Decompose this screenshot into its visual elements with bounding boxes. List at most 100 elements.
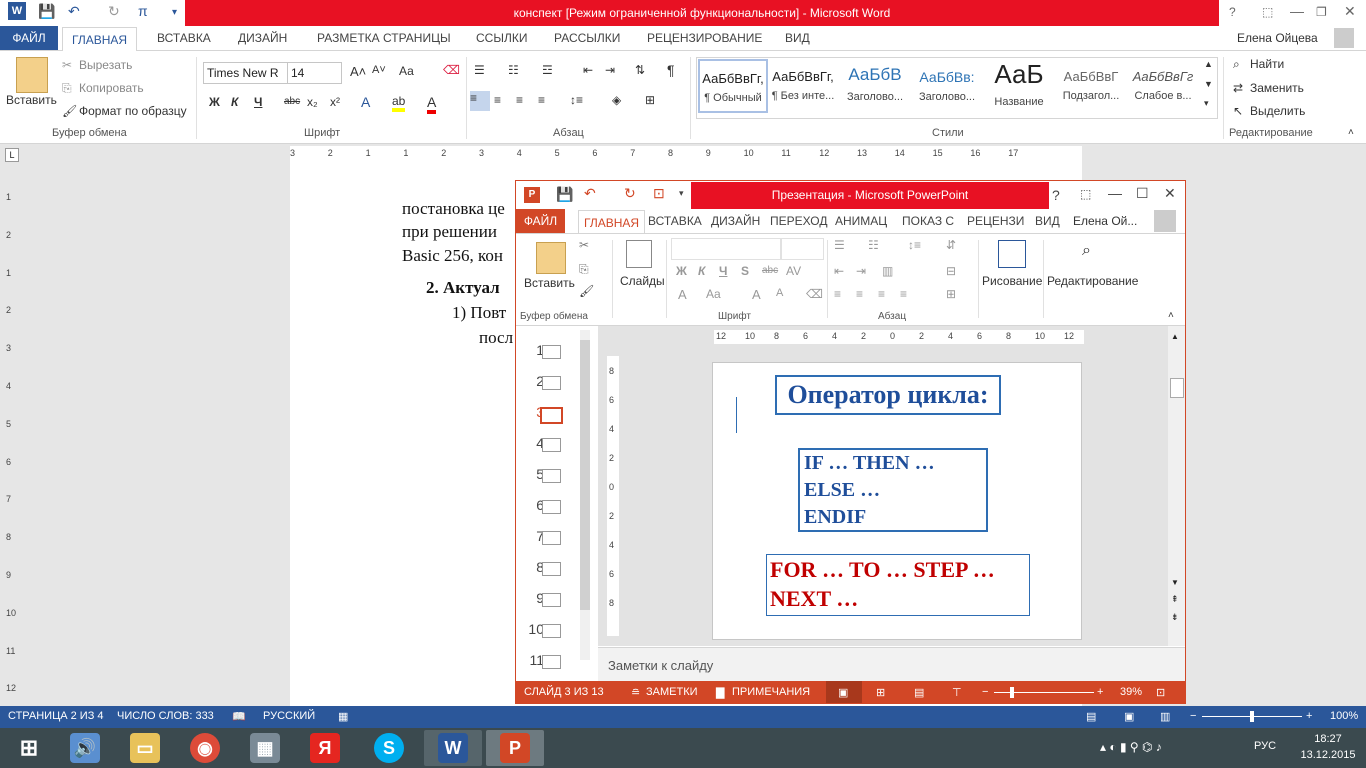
zoom-level[interactable]: 100% xyxy=(1330,710,1358,722)
previous-slide-icon[interactable]: ⇞ xyxy=(1171,594,1179,605)
slide-thumbnail[interactable] xyxy=(540,407,563,424)
help-icon[interactable]: ? xyxy=(1229,5,1236,19)
for-textbox[interactable]: FOR … TO … STEP … NEXT … xyxy=(766,554,1030,616)
shapes-icon[interactable] xyxy=(998,240,1026,268)
replace-icon[interactable]: ⇄ xyxy=(1233,81,1243,95)
notes-placeholder[interactable]: Заметки к слайду xyxy=(608,658,713,673)
tab-stop-selector[interactable]: L xyxy=(5,148,19,162)
format-painter-icon[interactable]: 🖌 xyxy=(579,284,594,298)
canvas-scrollbar[interactable]: ▲ ▼ ⇞ ⇟ xyxy=(1168,326,1185,646)
collapse-ribbon-icon[interactable]: ˄ xyxy=(1348,127,1354,138)
underline-button[interactable]: Ч xyxy=(254,95,262,109)
paste-button[interactable]: Вставить xyxy=(524,276,575,290)
doc-line[interactable]: Basic 256, кон xyxy=(402,246,503,266)
cut-button[interactable]: Вырезать xyxy=(79,58,132,72)
page-count[interactable]: СТРАНИЦА 2 ИЗ 4 xyxy=(8,710,104,722)
proofing-icon[interactable]: 📖 xyxy=(232,710,246,723)
align-left-icon[interactable]: ≡ xyxy=(834,287,841,301)
shrink-font-icon[interactable]: A˅ xyxy=(372,64,386,76)
customize-qa-icon[interactable]: ▾ xyxy=(679,188,684,199)
user-name[interactable]: Елена Ойцева xyxy=(1228,26,1327,50)
editing-button[interactable]: Редактирование xyxy=(1047,274,1138,288)
zoom-slider[interactable] xyxy=(994,692,1094,693)
tab-animations[interactable]: АНИМАЦ xyxy=(830,209,892,233)
slide-thumb-number[interactable]: 6 xyxy=(524,497,544,513)
clear-format-icon[interactable]: ⌫ xyxy=(806,287,823,301)
pp-vertical-ruler[interactable]: 8 6 4 2 0 2 4 6 8 xyxy=(607,356,619,636)
align-right-icon[interactable]: ≡ xyxy=(516,93,523,107)
collapse-ribbon-icon[interactable]: ˄ xyxy=(1168,310,1174,321)
tab-home[interactable]: ГЛАВНАЯ xyxy=(62,27,138,52)
tab-view[interactable]: ВИД xyxy=(776,26,819,50)
horizontal-ruler[interactable]: 3 2 1 1 2 3 4 5 6 7 8 9 10 11 12 13 14 15 16 17 xyxy=(290,146,1082,162)
copy-icon[interactable]: ⎘ xyxy=(62,81,72,96)
minimize-icon[interactable]: — xyxy=(1108,185,1122,201)
undo-icon[interactable]: ↶ xyxy=(584,185,596,202)
font-size-field[interactable]: 14 xyxy=(287,62,342,84)
ribbon-display-icon[interactable]: ⬚ xyxy=(1080,187,1091,201)
paste-icon[interactable] xyxy=(536,242,566,274)
paste-icon[interactable] xyxy=(16,57,48,93)
save-icon[interactable]: 💾 xyxy=(38,3,55,20)
format-painter-icon[interactable]: 🖌 xyxy=(62,104,77,118)
increase-indent-icon[interactable]: ⇥ xyxy=(605,63,615,77)
next-slide-icon[interactable]: ⇟ xyxy=(1171,612,1179,623)
slide-thumb-number[interactable]: 8 xyxy=(524,559,544,575)
bullets-icon[interactable]: ☰ xyxy=(834,238,845,252)
zoom-out-icon[interactable]: − xyxy=(982,686,988,698)
tab-insert[interactable]: ВСТАВКА xyxy=(643,209,707,233)
align-center-icon[interactable]: ≡ xyxy=(856,287,863,301)
slide-thumb-number[interactable]: 7 xyxy=(524,528,544,544)
doc-line[interactable]: 1) Повт xyxy=(452,303,506,323)
zoom-slider-thumb[interactable] xyxy=(1010,687,1014,698)
keyboard-language[interactable]: РУС xyxy=(1254,740,1276,752)
change-case-button[interactable]: Аа xyxy=(399,64,414,78)
bold-button[interactable]: Ж xyxy=(676,264,687,278)
cut-icon[interactable]: ✂ xyxy=(579,238,589,252)
zoom-in-icon[interactable]: + xyxy=(1306,710,1312,722)
if-textbox[interactable]: IF … THEN … ELSE … ENDIF xyxy=(798,448,988,532)
fit-to-window-icon[interactable]: ⊡ xyxy=(1156,686,1165,699)
tab-home[interactable]: ГЛАВНАЯ xyxy=(578,210,646,235)
tab-transitions[interactable]: ПЕРЕХОД xyxy=(765,209,832,233)
slide-thumbnail[interactable] xyxy=(542,345,561,359)
slideshow-icon[interactable]: ⊤ xyxy=(952,686,962,699)
italic-button[interactable]: К xyxy=(231,95,238,109)
avatar[interactable] xyxy=(1154,210,1176,232)
tab-review[interactable]: РЕЦЕНЗИ xyxy=(962,209,1029,233)
tray-icons[interactable]: ▴ ◐ ▮ ⚲ ⌬ ♪ xyxy=(1100,740,1162,754)
slides-button[interactable]: Слайды xyxy=(620,274,665,288)
strikethrough-button[interactable]: abc xyxy=(762,265,778,276)
zoom-in-icon[interactable]: + xyxy=(1097,686,1103,698)
style-subtle-emphasis[interactable]: АаБбВвГг Слабое в... xyxy=(1130,59,1196,114)
style-title[interactable]: АаБ Название xyxy=(986,59,1052,114)
windows-start-icon[interactable]: ⊞ xyxy=(0,730,58,766)
tab-mailings[interactable]: РАССЫЛКИ xyxy=(545,26,629,50)
reading-view-icon[interactable]: ▤ xyxy=(914,686,924,699)
styles-scroll-up-icon[interactable]: ▲ xyxy=(1204,59,1213,69)
bold-button[interactable]: Ж xyxy=(209,95,220,109)
grow-font-button[interactable]: A xyxy=(752,287,761,302)
multilevel-list-icon[interactable]: ☲ xyxy=(542,63,553,77)
yandex-icon[interactable]: Я xyxy=(296,730,354,766)
zoom-slider-thumb[interactable] xyxy=(1250,711,1254,722)
tab-design[interactable]: ДИЗАЙН xyxy=(706,209,765,233)
increase-indent-icon[interactable]: ⇥ xyxy=(856,264,866,278)
notes-button[interactable]: ЗАМЕТКИ xyxy=(646,686,698,698)
minimize-icon[interactable]: — xyxy=(1290,3,1304,19)
char-spacing-icon[interactable]: AV xyxy=(786,264,801,278)
slide-thumbnail[interactable] xyxy=(542,376,561,390)
font-color-icon[interactable]: A xyxy=(427,94,437,114)
replace-button[interactable]: Заменить xyxy=(1250,81,1304,95)
text-direction-icon[interactable]: ⇵ xyxy=(946,238,956,252)
language-indicator[interactable]: РУССКИЙ xyxy=(263,710,315,722)
numbering-icon[interactable]: ☷ xyxy=(868,238,879,252)
file-explorer-icon[interactable]: ▭ xyxy=(116,730,174,766)
slide-title[interactable]: Оператор цикла: xyxy=(775,375,1001,415)
font-name-field[interactable]: Times New R xyxy=(203,62,288,84)
text-effects-icon[interactable]: A xyxy=(361,94,370,110)
copy-button[interactable]: Копировать xyxy=(79,81,144,95)
decrease-indent-icon[interactable]: ⇤ xyxy=(834,264,844,278)
pp-horizontal-ruler[interactable]: 12 10 8 6 4 2 0 2 4 6 8 10 12 xyxy=(714,330,1084,344)
current-slide[interactable]: Оператор цикла: IF … THEN … ELSE … ENDIF… xyxy=(712,362,1082,640)
